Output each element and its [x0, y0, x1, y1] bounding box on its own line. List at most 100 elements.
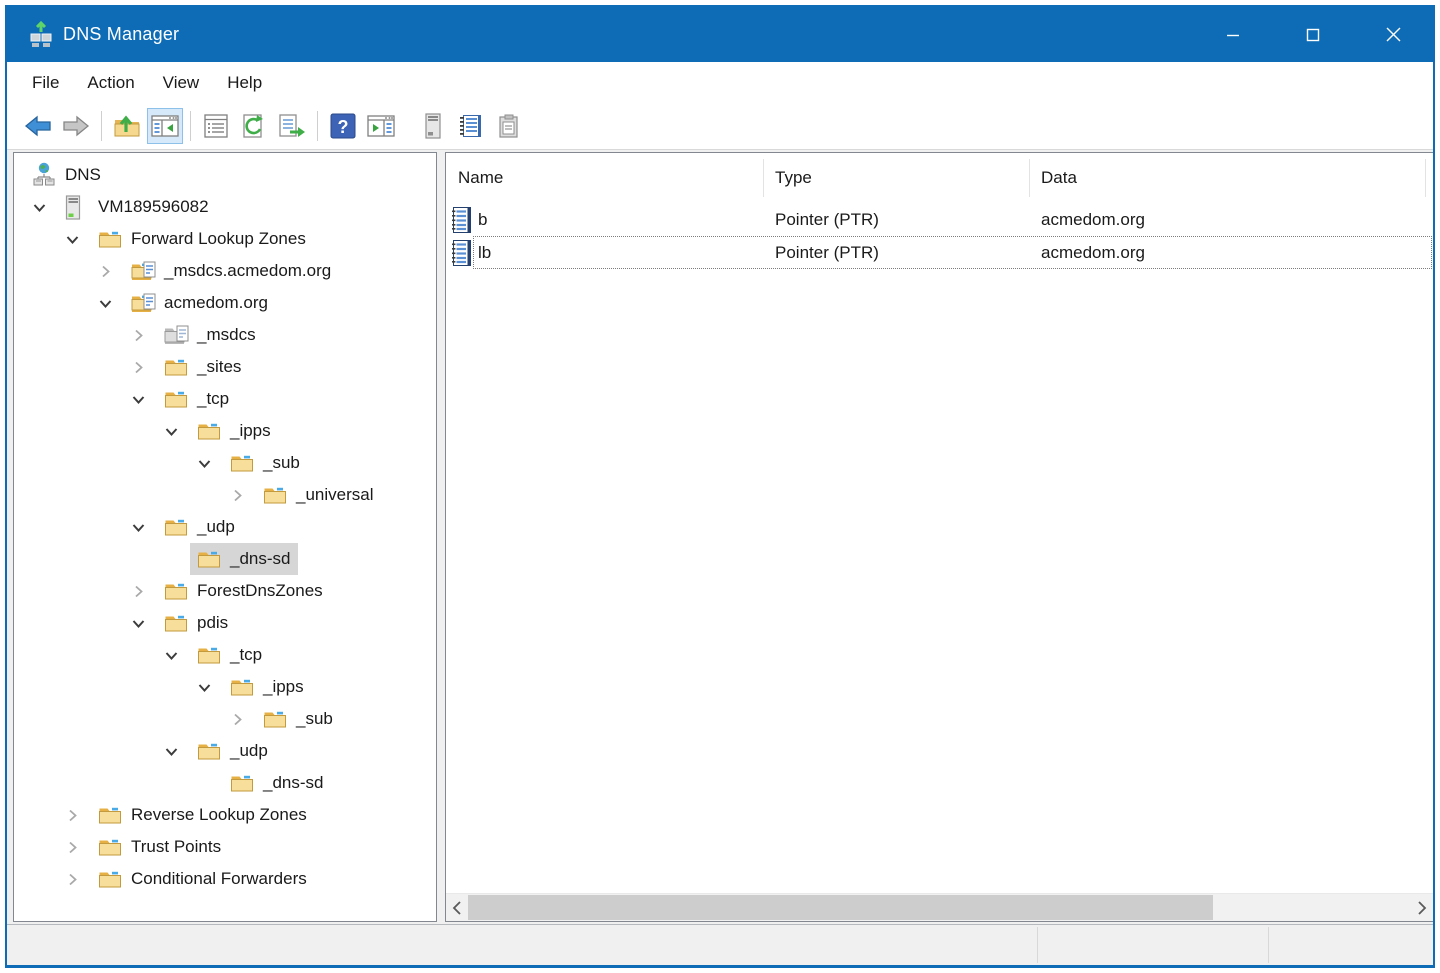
tree-node-content[interactable]: _tcp: [157, 383, 237, 415]
tree-node-content[interactable]: pdis: [157, 607, 236, 639]
tree-node-content[interactable]: _msdcs.acmedom.org: [124, 255, 339, 287]
record-name: b: [478, 210, 764, 230]
tree-node-content[interactable]: ForestDnsZones: [157, 575, 331, 607]
close-button[interactable]: [1353, 7, 1433, 62]
help-button[interactable]: ?: [325, 108, 361, 144]
tree-node-content[interactable]: _msdcs: [157, 319, 264, 351]
tree-node-content[interactable]: _ipps: [223, 671, 312, 703]
tree-node-content[interactable]: Reverse Lookup Zones: [91, 799, 315, 831]
tree-item-label: Conditional Forwarders: [131, 867, 307, 891]
record-data: acmedom.org: [1030, 243, 1433, 263]
tree-item-sites[interactable]: _sites: [14, 351, 436, 383]
tree-node-content[interactable]: _dns-sd: [223, 767, 331, 799]
tree-node-content[interactable]: _sub: [256, 703, 341, 735]
tree-item-forestdnszones[interactable]: ForestDnsZones: [14, 575, 436, 607]
refresh-button[interactable]: [236, 108, 272, 144]
record-icon: [446, 206, 478, 234]
up-one-level-button[interactable]: [109, 108, 145, 144]
folder-icon: [230, 451, 256, 475]
tree-node-content[interactable]: Conditional Forwarders: [91, 863, 315, 895]
tree-node-content[interactable]: _udp: [190, 735, 276, 767]
tree-item-universal[interactable]: _universal: [14, 479, 436, 511]
tree-item-ipps[interactable]: _ipps: [14, 671, 436, 703]
tree-item-sub[interactable]: _sub: [14, 447, 436, 479]
tree-item-tcp[interactable]: _tcp: [14, 383, 436, 415]
tree-node-content[interactable]: acmedom.org: [124, 287, 276, 319]
tree-node-content[interactable]: _dns-sd: [190, 543, 298, 575]
toolbar-separator: [190, 111, 191, 141]
column-header-data[interactable]: Data: [1030, 159, 1426, 197]
menu-file[interactable]: File: [18, 62, 73, 103]
tree-item-dns[interactable]: DNS: [14, 159, 436, 191]
forward-button[interactable]: [58, 108, 94, 144]
menu-help[interactable]: Help: [213, 62, 276, 103]
record-row-b[interactable]: bPointer (PTR)acmedom.org: [446, 203, 1433, 236]
tree-item-conditional-forwarders[interactable]: Conditional Forwarders: [14, 863, 436, 895]
tree-item-vm189596082[interactable]: VM189596082: [14, 191, 436, 223]
tree-node-content[interactable]: DNS: [25, 159, 109, 191]
tree-item-label: Trust Points: [131, 835, 221, 859]
status-bar: [7, 924, 1433, 965]
tree-item-msdcs[interactable]: _msdcs: [14, 319, 436, 351]
tree-indent: [31, 431, 163, 432]
horizontal-scrollbar[interactable]: [446, 893, 1433, 921]
properties-button[interactable]: [198, 108, 234, 144]
tree-item-label: _tcp: [197, 387, 229, 411]
menu-action[interactable]: Action: [73, 62, 148, 103]
scroll-right-button[interactable]: [1411, 894, 1433, 921]
tree-item-dns-sd[interactable]: _dns-sd: [14, 767, 436, 799]
tree-item-label: _sub: [263, 451, 300, 475]
tree-node-content[interactable]: Trust Points: [91, 831, 229, 863]
tree-node-content[interactable]: _sites: [157, 351, 249, 383]
clipboard-toolbar-button[interactable]: [491, 108, 527, 144]
tree-item-dns-sd[interactable]: _dns-sd: [14, 543, 436, 575]
record-type: Pointer (PTR): [764, 243, 1030, 263]
tree-item-trust-points[interactable]: Trust Points: [14, 831, 436, 863]
tree-node-content[interactable]: _universal: [256, 479, 382, 511]
tree-item-reverse-lookup-zones[interactable]: Reverse Lookup Zones: [14, 799, 436, 831]
show-action-pane-button[interactable]: [363, 108, 399, 144]
tree-indent: [31, 623, 130, 624]
maximize-button[interactable]: [1273, 7, 1353, 62]
tree-indent: [31, 239, 64, 240]
tree-item-label: _universal: [296, 483, 374, 507]
folder-icon: [164, 579, 190, 603]
tree-node-content[interactable]: VM189596082: [58, 191, 217, 223]
export-list-button[interactable]: [274, 108, 310, 144]
minimize-button[interactable]: [1193, 7, 1273, 62]
record-row-lb[interactable]: lbPointer (PTR)acmedom.org: [446, 236, 1433, 269]
show-console-tree-button[interactable]: [147, 108, 183, 144]
scrollbar-track[interactable]: [468, 894, 1411, 921]
tree-node-content[interactable]: _sub: [223, 447, 308, 479]
panel-splitter[interactable]: [437, 152, 445, 922]
tree-indent: [31, 751, 163, 752]
tree-item-sub[interactable]: _sub: [14, 703, 436, 735]
folder-icon: [164, 611, 190, 635]
tree-item-pdis[interactable]: pdis: [14, 607, 436, 639]
tree-item-label: pdis: [197, 611, 228, 635]
tree-item-label: _tcp: [230, 643, 262, 667]
tree-item-label: _dns-sd: [230, 547, 290, 571]
scrollbar-thumb[interactable]: [468, 895, 1213, 920]
tree-item-forward-lookup-zones[interactable]: Forward Lookup Zones: [14, 223, 436, 255]
column-header-name[interactable]: Name: [446, 159, 764, 197]
tree-node-content[interactable]: _udp: [157, 511, 243, 543]
tree-item-acmedom-org[interactable]: acmedom.org: [14, 287, 436, 319]
scroll-left-button[interactable]: [446, 894, 468, 921]
title-bar[interactable]: DNS Manager: [7, 7, 1433, 62]
tree-item-tcp[interactable]: _tcp: [14, 639, 436, 671]
tree-node-content[interactable]: _ipps: [190, 415, 279, 447]
tree-item-udp[interactable]: _udp: [14, 511, 436, 543]
tree-node-content[interactable]: _tcp: [190, 639, 270, 671]
tree-node-content[interactable]: Forward Lookup Zones: [91, 223, 314, 255]
back-button[interactable]: [20, 108, 56, 144]
server-toolbar-button[interactable]: [415, 108, 451, 144]
tree-item-ipps[interactable]: _ipps: [14, 415, 436, 447]
tree-item-label: _ipps: [230, 419, 271, 443]
menu-view[interactable]: View: [149, 62, 214, 103]
tree-item-msdcs-acmedom-org[interactable]: _msdcs.acmedom.org: [14, 255, 436, 287]
tree-item-udp[interactable]: _udp: [14, 735, 436, 767]
record-list-toolbar-button[interactable]: [453, 108, 489, 144]
tree-item-label: _sub: [296, 707, 333, 731]
column-header-type[interactable]: Type: [764, 159, 1030, 197]
